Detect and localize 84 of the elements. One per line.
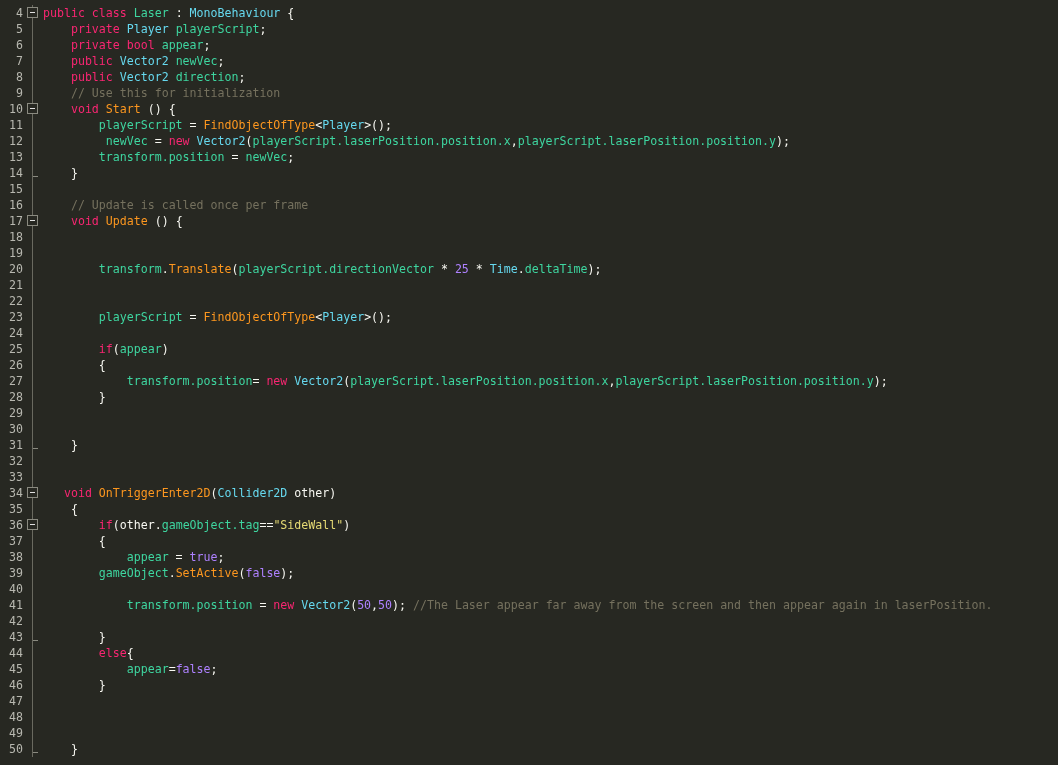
code-line: void OnTriggerEnter2D(Collider2D other) bbox=[62, 485, 337, 501]
code-line: playerScript = FindObjectOfType<Player>(); bbox=[97, 309, 393, 325]
line-number: 38 bbox=[8, 549, 23, 565]
line-number: 6 bbox=[15, 37, 23, 53]
line-number: 13 bbox=[8, 149, 23, 165]
code-line: gameObject.SetActive(false); bbox=[97, 565, 295, 581]
line-number: 49 bbox=[8, 725, 23, 741]
line-number: 31 bbox=[8, 437, 23, 453]
line-number: 15 bbox=[8, 181, 23, 197]
code-line: private Player playerScript; bbox=[69, 21, 267, 37]
code-line: { bbox=[97, 357, 106, 373]
line-number: 34 bbox=[8, 485, 23, 501]
line-number: 36 bbox=[8, 517, 23, 533]
code-line: } bbox=[69, 165, 78, 181]
code-line: public class Laser : MonoBehaviour { bbox=[43, 5, 295, 21]
line-number: 9 bbox=[15, 85, 23, 101]
code-line: newVec = new Vector2(playerScript.laserPosition.position.x,playerScript.laserPosition.position.y); bbox=[104, 133, 790, 149]
line-number: 27 bbox=[8, 373, 23, 389]
line-number: 37 bbox=[8, 533, 23, 549]
line-number: 29 bbox=[8, 405, 23, 421]
code-line: private bool appear; bbox=[69, 37, 211, 53]
line-number: 18 bbox=[8, 229, 23, 245]
line-number: 24 bbox=[8, 325, 23, 341]
line-number: 14 bbox=[8, 165, 23, 181]
code-line: if(other.gameObject.tag=="SideWall") bbox=[97, 517, 351, 533]
line-number: 4 bbox=[15, 5, 23, 21]
line-number: 42 bbox=[8, 613, 23, 629]
line-number: 16 bbox=[8, 197, 23, 213]
line-number: 7 bbox=[15, 53, 23, 69]
line-number: 19 bbox=[8, 245, 23, 261]
line-number: 30 bbox=[8, 421, 23, 437]
line-number: 35 bbox=[8, 501, 23, 517]
collapse-icon[interactable] bbox=[27, 519, 38, 530]
code-line: playerScript = FindObjectOfType<Player>(); bbox=[97, 117, 393, 133]
line-number: 46 bbox=[8, 677, 23, 693]
code-line: { bbox=[97, 533, 106, 549]
collapse-icon[interactable] bbox=[27, 215, 38, 226]
line-number: 25 bbox=[8, 341, 23, 357]
code-line: else{ bbox=[97, 645, 134, 661]
code-line: { bbox=[69, 501, 78, 517]
line-number: 8 bbox=[15, 69, 23, 85]
line-number: 32 bbox=[8, 453, 23, 469]
line-number: 26 bbox=[8, 357, 23, 373]
code-line: } bbox=[97, 389, 106, 405]
code-line: transform.position = new Vector2(50,50); //The Laser appear far away from the screen and then appear again in laserPosition. bbox=[125, 597, 993, 613]
line-number: 28 bbox=[8, 389, 23, 405]
line-number: 20 bbox=[8, 261, 23, 277]
collapse-icon[interactable] bbox=[27, 103, 38, 114]
line-number: 11 bbox=[8, 117, 23, 133]
line-number: 17 bbox=[8, 213, 23, 229]
line-number: 41 bbox=[8, 597, 23, 613]
code-line: } bbox=[97, 677, 106, 693]
code-line: transform.position= new Vector2(playerScript.laserPosition.position.x,playerScript.laserPosition.position.y); bbox=[125, 373, 888, 389]
line-number: 33 bbox=[8, 469, 23, 485]
code-line: transform.Translate(playerScript.directionVector * 25 * Time.deltaTime); bbox=[97, 261, 602, 277]
code-line: public Vector2 newVec; bbox=[69, 53, 225, 69]
code-line: // Use this for initialization bbox=[69, 85, 281, 101]
line-number: 5 bbox=[15, 21, 23, 37]
line-number: 47 bbox=[8, 693, 23, 709]
code-line: } bbox=[69, 741, 78, 757]
line-number: 39 bbox=[8, 565, 23, 581]
collapse-icon[interactable] bbox=[27, 487, 38, 498]
line-number: 22 bbox=[8, 293, 23, 309]
code-line: if(appear) bbox=[97, 341, 169, 357]
collapse-icon[interactable] bbox=[27, 7, 38, 18]
line-number: 40 bbox=[8, 581, 23, 597]
code-line: appear=false; bbox=[125, 661, 218, 677]
code-line: void Start () { bbox=[69, 101, 176, 117]
line-number: 23 bbox=[8, 309, 23, 325]
code-line: public Vector2 direction; bbox=[69, 69, 246, 85]
code-line: // Update is called once per frame bbox=[69, 197, 309, 213]
line-number: 50 bbox=[8, 741, 23, 757]
code-line: transform.position = newVec; bbox=[97, 149, 295, 165]
line-number: 44 bbox=[8, 645, 23, 661]
code-line: } bbox=[97, 629, 106, 645]
line-number: 21 bbox=[8, 277, 23, 293]
code-line: void Update () { bbox=[69, 213, 183, 229]
line-number: 12 bbox=[8, 133, 23, 149]
code-line: appear = true; bbox=[125, 549, 225, 565]
line-number: 45 bbox=[8, 661, 23, 677]
line-number: 10 bbox=[8, 101, 23, 117]
code-line: } bbox=[69, 437, 78, 453]
line-number: 48 bbox=[8, 709, 23, 725]
line-number: 43 bbox=[8, 629, 23, 645]
